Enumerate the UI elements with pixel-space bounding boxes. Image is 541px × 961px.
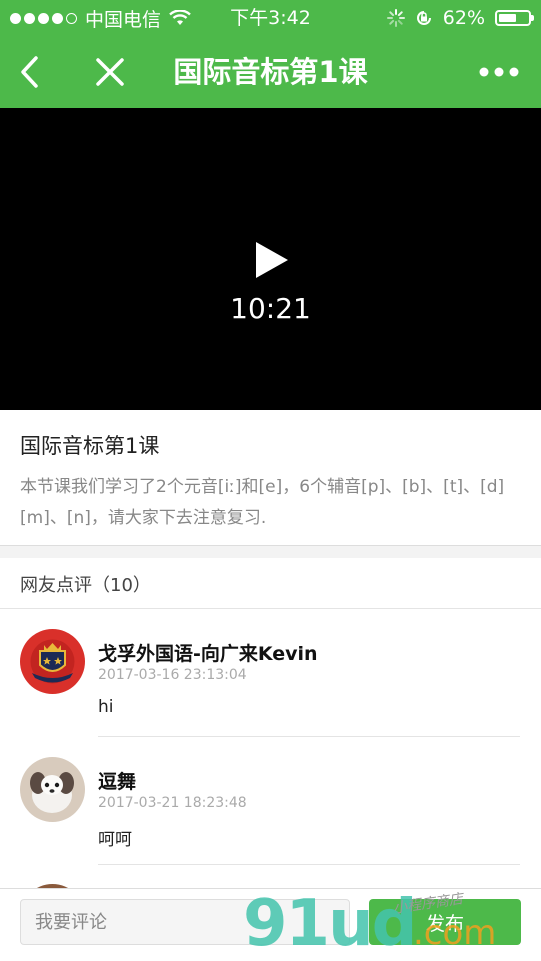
comments-count-label: 网友点评（10） bbox=[20, 575, 151, 596]
loading-spinner-icon bbox=[386, 9, 405, 27]
comment-time: 2017-03-21 18:23:48 bbox=[98, 795, 247, 811]
puppy-avatar-icon bbox=[20, 757, 85, 822]
comment-separator bbox=[98, 864, 520, 865]
lesson-info: 国际音标第1课 本节课我们学习了2个元音[iː]和[e]，6个辅音[p]、[b]… bbox=[0, 410, 541, 546]
more-horizontal-icon bbox=[479, 67, 519, 77]
status-bar: 中国电信 下午3:42 62% bbox=[0, 0, 541, 36]
comment-author: 逗舞 bbox=[98, 771, 137, 793]
submit-comment-button[interactable]: 发布 bbox=[369, 899, 521, 945]
section-divider bbox=[0, 546, 541, 558]
comment-author: 戈孚外国语-向广来Kevin bbox=[98, 643, 318, 665]
school-crest-avatar-icon bbox=[20, 629, 85, 694]
rotation-lock-icon bbox=[416, 11, 431, 25]
play-icon bbox=[256, 242, 288, 278]
battery-percent: 62% bbox=[442, 7, 485, 29]
more-button[interactable] bbox=[471, 36, 527, 108]
video-player[interactable]: 10:21 bbox=[0, 108, 541, 410]
avatar[interactable] bbox=[20, 757, 85, 822]
comment-time: 2017-03-16 23:13:04 bbox=[98, 667, 247, 683]
comment-item: 戈孚外国语-向广来Kevin 2017-03-16 23:13:04 hi bbox=[0, 609, 541, 737]
lesson-title: 国际音标第1课 bbox=[20, 434, 160, 458]
video-duration: 10:21 bbox=[230, 292, 311, 325]
navigation-bar: 国际音标第1课 bbox=[0, 36, 541, 108]
comment-text: hi bbox=[98, 697, 114, 717]
battery-fill bbox=[499, 14, 516, 22]
play-button[interactable] bbox=[250, 240, 290, 280]
avatar[interactable] bbox=[20, 629, 85, 694]
page-title: 国际音标第1课 bbox=[173, 55, 368, 89]
status-bar-right: 62% bbox=[386, 0, 534, 36]
lesson-description: 本节课我们学习了2个元音[iː]和[e]，6个辅音[p]、[b]、[t]、[d]… bbox=[20, 477, 505, 528]
comment-item: 逗舞 2017-03-21 18:23:48 呵呵 bbox=[0, 737, 541, 865]
comments-header: 网友点评（10） bbox=[0, 558, 541, 609]
comment-input[interactable] bbox=[20, 899, 350, 945]
battery-icon bbox=[495, 10, 534, 26]
comment-composer: 发布 bbox=[0, 888, 541, 961]
comment-text: 呵呵 bbox=[98, 830, 132, 850]
